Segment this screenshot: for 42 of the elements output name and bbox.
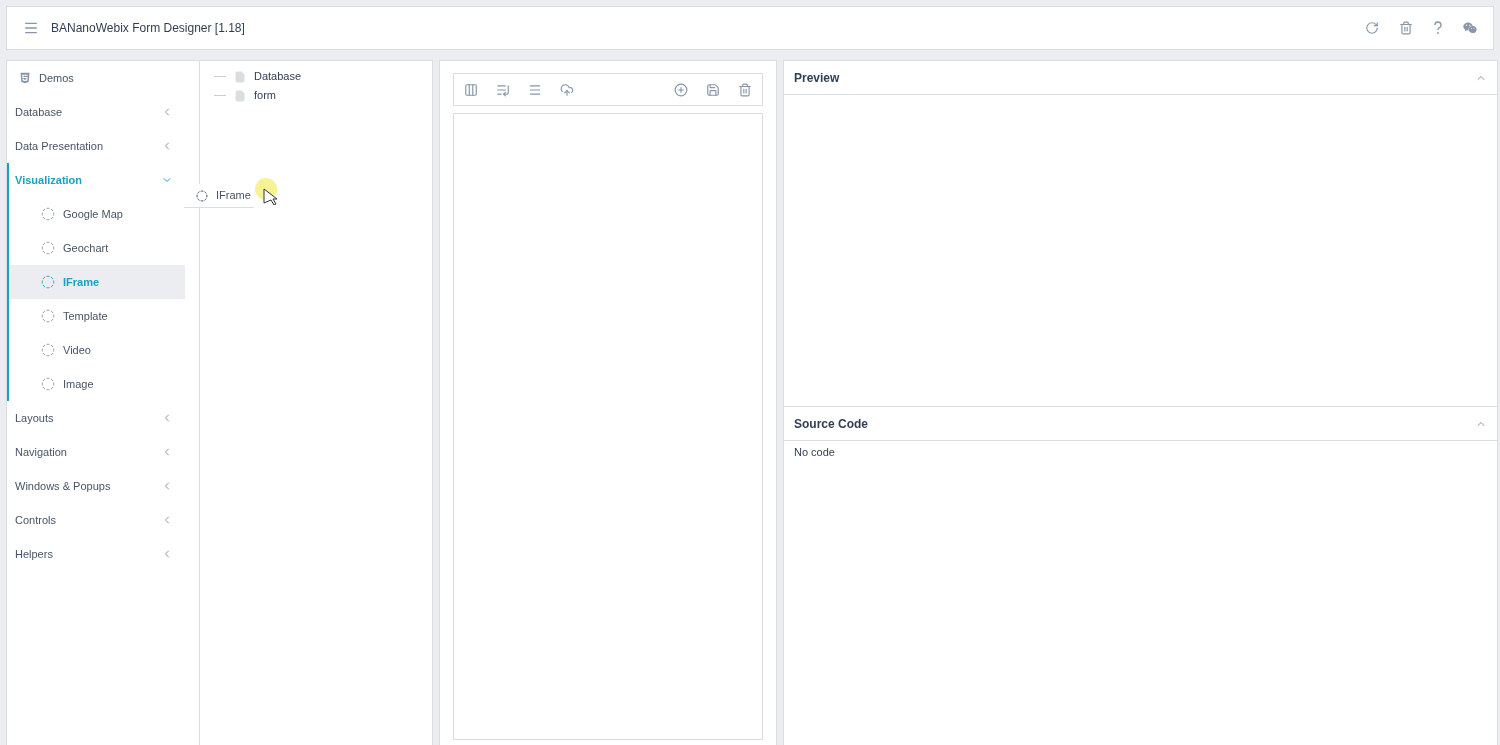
- sidebar-item[interactable]: Image: [9, 367, 185, 401]
- sidebar-item[interactable]: Google Map: [9, 197, 185, 231]
- trash-icon[interactable]: [1399, 21, 1413, 35]
- file-icon: [234, 70, 246, 83]
- app-title: BANanoWebix Form Designer [1.18]: [51, 20, 245, 37]
- menu-icon[interactable]: [23, 20, 39, 36]
- sidebar-group[interactable]: Navigation: [9, 435, 185, 469]
- sidebar-group[interactable]: Windows & Popups: [9, 469, 185, 503]
- sidebar-group[interactable]: Database: [9, 95, 185, 129]
- save-icon[interactable]: [706, 82, 720, 97]
- dashed-circle-icon: [196, 189, 208, 202]
- tree-item[interactable]: Database: [214, 67, 432, 86]
- help-icon[interactable]: [1433, 21, 1443, 35]
- dashed-circle-icon: [41, 207, 55, 221]
- cloud-upload-icon[interactable]: [560, 82, 574, 97]
- chat-bubbles-icon[interactable]: [1463, 21, 1477, 35]
- panel-header[interactable]: Preview: [784, 61, 1497, 95]
- sidebar-item[interactable]: Geochart: [9, 231, 185, 265]
- panel-header[interactable]: Source Code: [784, 407, 1497, 441]
- sidebar-group[interactable]: Layouts: [9, 401, 185, 435]
- source-code-text: No code: [793, 445, 836, 460]
- trash-icon[interactable]: [738, 82, 752, 97]
- refresh-icon[interactable]: [1365, 21, 1379, 35]
- dashed-circle-icon: [41, 309, 55, 323]
- dashed-circle-icon: [41, 343, 55, 357]
- dashed-circle-icon: [41, 377, 55, 391]
- add-columns-icon[interactable]: [464, 82, 478, 97]
- html5-icon: [19, 72, 31, 84]
- sidebar-group[interactable]: Helpers: [9, 537, 185, 571]
- sidebar-group[interactable]: Data Presentation: [9, 129, 185, 163]
- dashed-circle-icon: [41, 241, 55, 255]
- file-icon: [234, 89, 246, 102]
- sidebar-group[interactable]: Controls: [9, 503, 185, 537]
- add-rows-icon[interactable]: [496, 82, 510, 97]
- sidebar-item[interactable]: Video: [9, 333, 185, 367]
- list-icon[interactable]: [528, 82, 542, 97]
- dashed-circle-icon: [41, 275, 55, 289]
- add-circle-icon[interactable]: [674, 82, 688, 97]
- sidebar-item[interactable]: Template: [9, 299, 185, 333]
- tree-item[interactable]: form: [214, 86, 432, 105]
- drag-ghost: IFrame: [184, 184, 254, 208]
- sidebar-item[interactable]: Demos: [7, 61, 185, 95]
